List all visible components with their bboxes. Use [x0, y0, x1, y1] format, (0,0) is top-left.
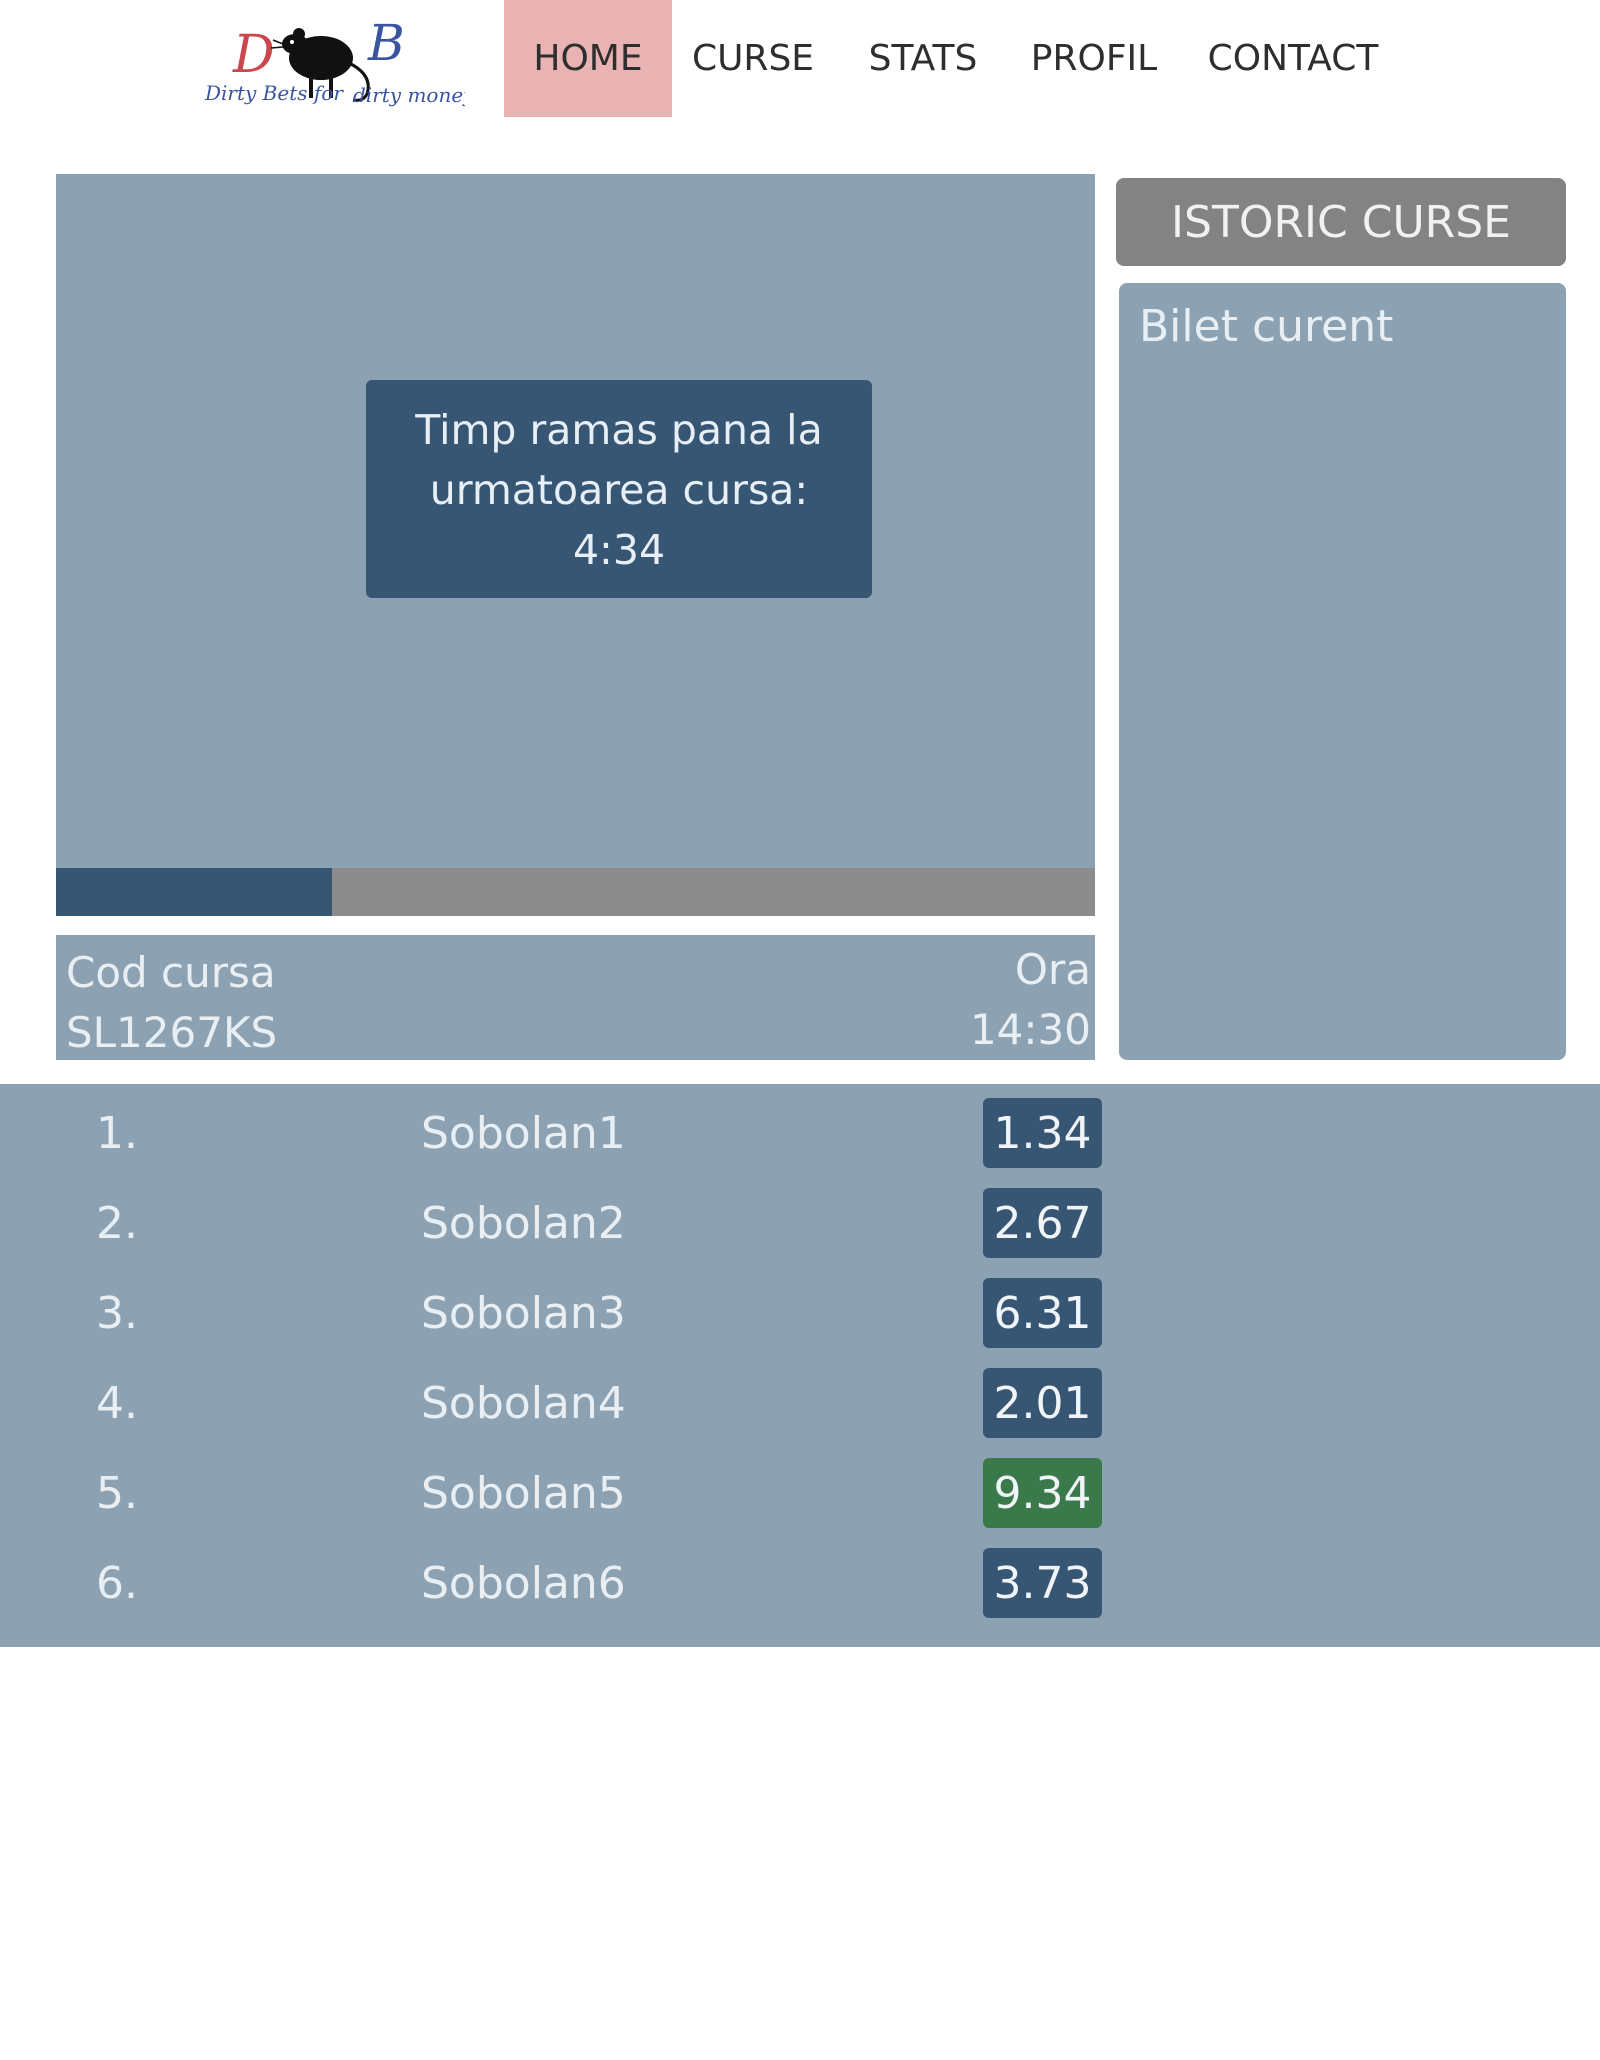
logo-letter-b: B [367, 14, 405, 72]
race-code-label: Cod cursa [66, 948, 276, 997]
nav-stats[interactable]: STATS [858, 0, 988, 117]
countdown-value: 4:34 [572, 526, 666, 574]
odds-rank: 4. [96, 1378, 138, 1429]
nav-profil[interactable]: PROFIL [1024, 0, 1164, 117]
current-ticket-panel: Bilet curent [1119, 283, 1566, 1060]
odds-row: 1. Sobolan1 1.34 [0, 1098, 1600, 1170]
logo-letter-d: D [232, 25, 275, 85]
current-ticket-title: Bilet curent [1139, 301, 1394, 352]
odds-value-button[interactable]: 9.34 [983, 1458, 1102, 1528]
odds-value-button[interactable]: 6.31 [983, 1278, 1102, 1348]
nav-home[interactable]: HOME [504, 0, 672, 117]
countdown-label-1: Timp ramas pana la [415, 406, 823, 454]
rat-name: Sobolan5 [421, 1468, 626, 1519]
header: D B Dirty Bets for dirty money HOME CURS… [0, 0, 1600, 117]
odds-rank: 6. [96, 1558, 138, 1609]
race-info-bar: Cod cursa SL1267KS Ora 14:30 [56, 935, 1095, 1060]
race-time: Ora 14:30 [970, 940, 1091, 1060]
odds-row: 4. Sobolan4 2.01 [0, 1368, 1600, 1440]
odds-row: 6. Sobolan6 3.73 [0, 1548, 1600, 1620]
countdown-label-2: urmatoarea cursa: [429, 466, 809, 514]
odds-rank: 2. [96, 1198, 138, 1249]
odds-row: 2. Sobolan2 2.67 [0, 1188, 1600, 1260]
odds-value-button[interactable]: 2.01 [983, 1368, 1102, 1438]
race-video-area[interactable]: Timp ramas pana la urmatoarea cursa: 4:3… [56, 174, 1095, 869]
logo-tagline-1: Dirty Bets for [204, 81, 344, 105]
nav-contact[interactable]: CONTACT [1203, 0, 1383, 117]
race-time-value: 14:30 [969, 1005, 1091, 1054]
rat-name: Sobolan4 [421, 1378, 626, 1429]
odds-value-button[interactable]: 3.73 [983, 1548, 1102, 1618]
logo[interactable]: D B Dirty Bets for dirty money [203, 10, 465, 122]
nav-curse[interactable]: CURSE [683, 0, 823, 117]
rat-name: Sobolan2 [421, 1198, 626, 1249]
rat-name: Sobolan6 [421, 1558, 626, 1609]
odds-row: 3. Sobolan3 6.31 [0, 1278, 1600, 1350]
page: D B Dirty Bets for dirty money HOME CURS… [0, 0, 1600, 2060]
rat-name: Sobolan3 [421, 1288, 626, 1339]
odds-table: 1. Sobolan1 1.34 2. Sobolan2 2.67 3. Sobolan3 6.… [0, 1084, 1600, 1647]
odds-rank: 3. [96, 1288, 138, 1339]
race-progress-bar [56, 868, 1095, 916]
odds-rank: 1. [96, 1108, 138, 1159]
countdown-box: Timp ramas pana la urmatoarea cursa: 4:3… [366, 380, 872, 598]
race-code-value: SL1267KS [66, 1008, 278, 1057]
race-time-label: Ora [1014, 945, 1091, 994]
race-code: Cod cursa SL1267KS [66, 943, 277, 1063]
race-progress-fill [56, 868, 333, 916]
rat-name: Sobolan1 [421, 1108, 626, 1159]
logo-tagline-2: dirty money [353, 83, 465, 107]
rat-logo-icon: D B Dirty Bets for dirty money [204, 14, 465, 107]
race-history-button[interactable]: ISTORIC CURSE [1116, 178, 1566, 266]
odds-row: 5. Sobolan5 9.34 [0, 1458, 1600, 1530]
odds-rank: 5. [96, 1468, 138, 1519]
odds-value-button[interactable]: 2.67 [983, 1188, 1102, 1258]
odds-value-button[interactable]: 1.34 [983, 1098, 1102, 1168]
